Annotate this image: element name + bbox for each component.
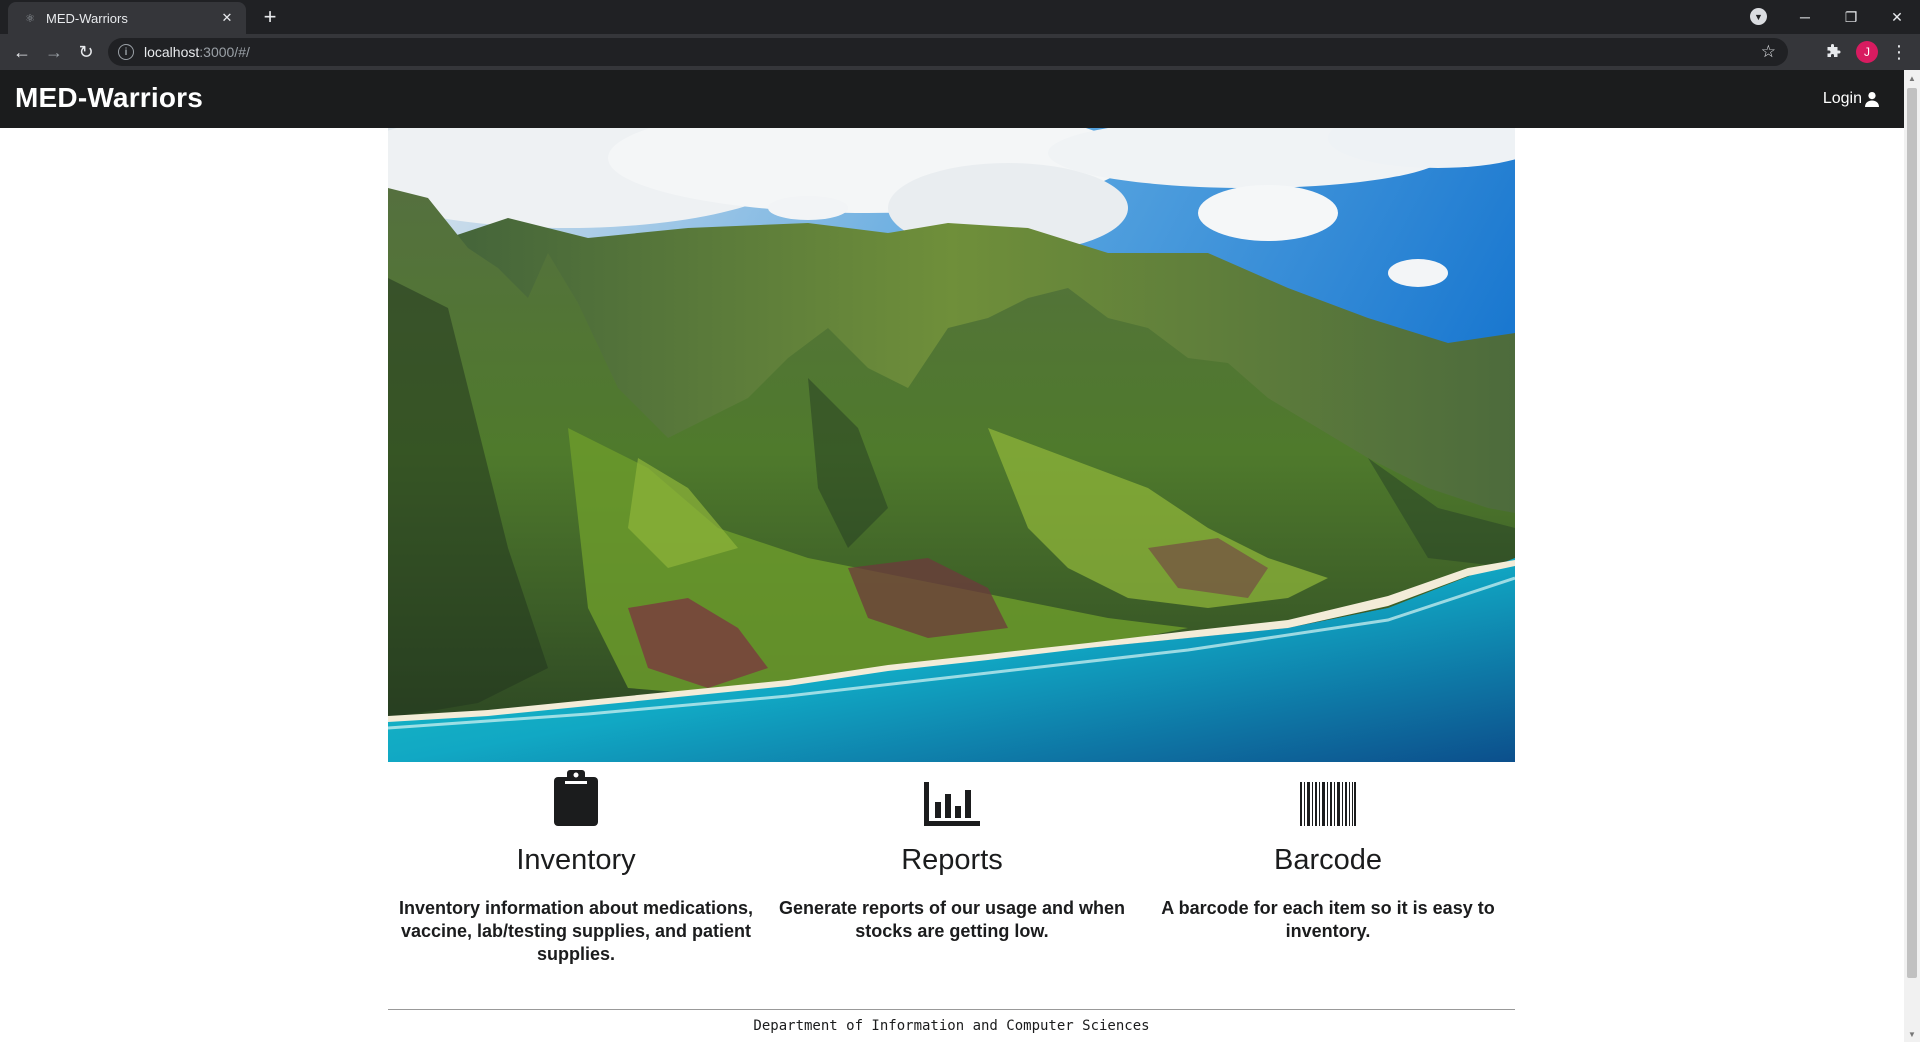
- feature-title: Inventory: [516, 844, 636, 876]
- feature-title: Barcode: [1273, 844, 1382, 876]
- feature-inventory: Inventory Inventory information about me…: [388, 770, 764, 966]
- back-arrow-icon[interactable]: ←: [8, 38, 36, 66]
- feature-description: A barcode for each item so it is easy to…: [1161, 898, 1495, 941]
- feature-description: Generate reports of our usage and when s…: [778, 898, 1126, 941]
- address-bar[interactable]: i localhost:3000/#/ ☆: [108, 38, 1788, 66]
- forward-arrow-icon[interactable]: →: [40, 38, 68, 66]
- scroll-up-arrow-icon[interactable]: ▲: [1904, 70, 1920, 86]
- login-label: Login: [1822, 90, 1862, 107]
- extensions-puzzle-icon[interactable]: [1823, 42, 1843, 62]
- brand-title[interactable]: MED-Warriors: [15, 82, 203, 114]
- scroll-down-arrow-icon[interactable]: ▼: [1904, 1026, 1920, 1042]
- reload-icon[interactable]: ↻: [72, 38, 100, 66]
- tab-search-icon[interactable]: ▼: [1750, 8, 1767, 25]
- site-info-icon[interactable]: i: [118, 44, 134, 60]
- tab-title: MED-Warriors: [46, 10, 128, 26]
- window-minimize-button[interactable]: ─: [1782, 0, 1828, 34]
- browser-tab-strip: ⚛ MED-Warriors ✕ + ▼ ─ ❐ ✕: [0, 0, 1920, 34]
- browser-toolbar: ← → ↻ i localhost:3000/#/ ☆ J ⋮: [0, 34, 1920, 70]
- window-restore-button[interactable]: ❐: [1828, 0, 1874, 34]
- footer-divider: [388, 1009, 1515, 1010]
- user-icon: [1865, 92, 1879, 107]
- features-section: Inventory Inventory information about me…: [388, 770, 1515, 1042]
- feature-barcode: Barcode A barcode for each item so it is…: [1140, 782, 1516, 943]
- window-close-button[interactable]: ✕: [1874, 0, 1920, 34]
- footer-text: Department of Information and Computer S…: [753, 1018, 1150, 1034]
- clipboard-icon: [554, 770, 598, 826]
- react-favicon-icon: ⚛: [25, 12, 35, 25]
- login-button[interactable]: Login: [1823, 90, 1880, 108]
- bookmark-star-icon[interactable]: ☆: [1761, 42, 1776, 62]
- new-tab-button[interactable]: +: [258, 6, 282, 30]
- barcode-icon: [1300, 782, 1356, 826]
- hero-landscape-image: [388, 128, 1515, 762]
- bar-chart-icon: [924, 782, 980, 826]
- profile-avatar[interactable]: J: [1856, 41, 1878, 63]
- browser-menu-icon[interactable]: ⋮: [1889, 40, 1909, 64]
- feature-reports: Reports Generate reports of our usage an…: [764, 782, 1140, 943]
- scrollbar-thumb[interactable]: [1907, 88, 1917, 978]
- feature-title: Reports: [901, 844, 1003, 876]
- page-viewport: MED-Warriors Login Inventory Inventory i…: [0, 70, 1904, 1042]
- feature-description: Inventory information about medications,…: [398, 898, 754, 964]
- top-navbar: MED-Warriors Login: [0, 70, 1904, 128]
- browser-tab[interactable]: ⚛ MED-Warriors ✕: [8, 2, 246, 34]
- tab-close-icon[interactable]: ✕: [218, 9, 236, 27]
- url-text: localhost:3000/#/: [144, 44, 250, 60]
- page-scrollbar[interactable]: ▲ ▼: [1904, 70, 1920, 1042]
